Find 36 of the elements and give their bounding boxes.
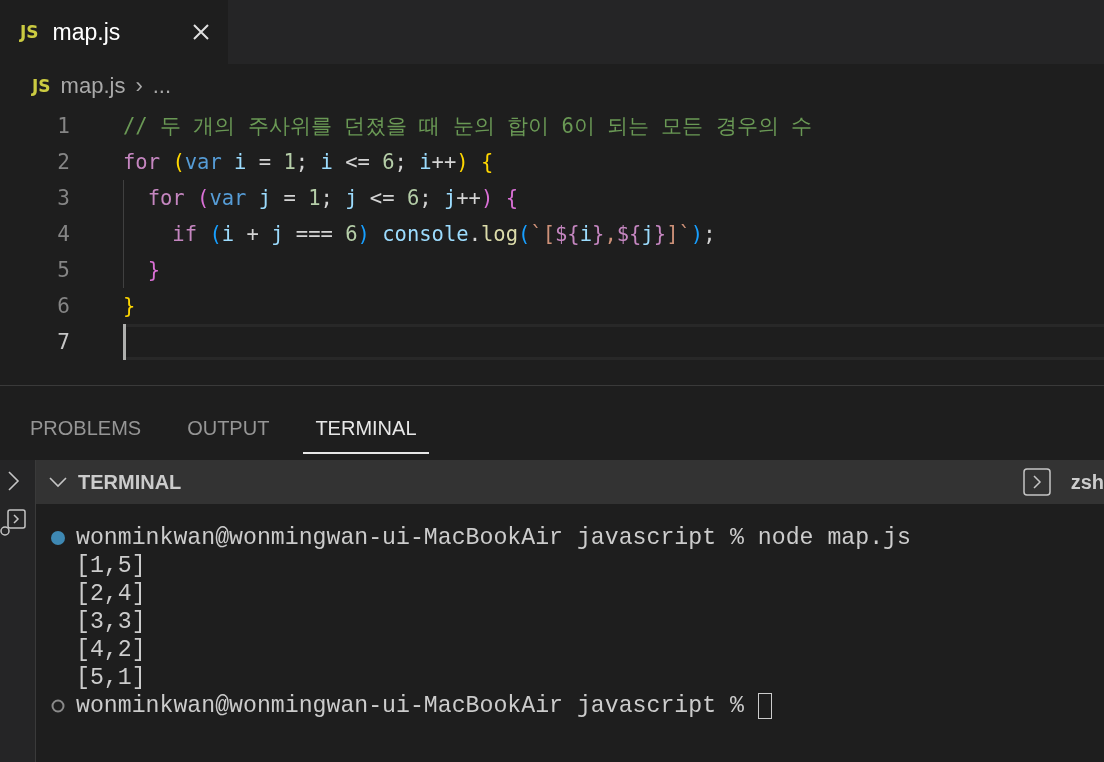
line-number: 2 bbox=[56, 150, 70, 174]
close-icon[interactable] bbox=[192, 23, 210, 41]
line-number: 3 bbox=[56, 186, 70, 210]
breadcrumb-item[interactable]: ... bbox=[152, 73, 172, 99]
panel-title: TERMINAL bbox=[78, 470, 183, 494]
js-file-icon: JS bbox=[20, 22, 39, 42]
line-number: 6 bbox=[56, 294, 70, 318]
panel-tab[interactable]: PROBLEMS bbox=[18, 417, 154, 454]
breadcrumb-separator: › bbox=[135, 73, 143, 99]
terminal-line: [3,3] bbox=[76, 609, 146, 635]
terminal-line: [4,2] bbox=[76, 637, 146, 663]
panel-tab[interactable]: OUTPUT bbox=[175, 417, 282, 454]
terminal-line: [1,5] bbox=[76, 553, 146, 579]
text-cursor bbox=[123, 324, 126, 360]
panel-tab[interactable]: TERMINAL bbox=[303, 417, 429, 454]
line-number: 5 bbox=[56, 258, 70, 282]
js-file-icon: JS bbox=[32, 76, 51, 96]
editor-tab[interactable]: JS map.js bbox=[0, 0, 228, 64]
code-line: for (var i = 1; i <= 6; i++) { bbox=[123, 150, 494, 174]
breadcrumb-item[interactable]: map.js bbox=[60, 73, 126, 99]
terminal-line: [2,4] bbox=[76, 581, 146, 607]
terminal-line: wonminkwan@wonmingwan-ui-MacBookAir javascript % bbox=[76, 693, 744, 719]
shell-name[interactable]: zsh bbox=[1070, 470, 1104, 494]
line-number: 4 bbox=[56, 222, 70, 246]
terminal-icon[interactable] bbox=[1022, 468, 1051, 496]
line-number: 1 bbox=[56, 114, 70, 138]
code-line: if (i + j === 6) console.log(`[${i},${j}]`); bbox=[171, 222, 716, 246]
terminal-line: [5,1] bbox=[76, 665, 146, 691]
code-line: } bbox=[123, 294, 136, 318]
code-line: for (var j = 1; j <= 6; j++) { bbox=[146, 186, 518, 210]
line-number: 7 bbox=[56, 330, 70, 354]
chevron-down-icon[interactable] bbox=[48, 476, 68, 488]
code-line: // 두 개의 주사위를 던졌을 때 눈의 합이 6이 되는 모든 경우의 수 bbox=[123, 113, 813, 140]
terminal-line: wonminkwan@wonmingwan-ui-MacBookAir javascript % node map.js bbox=[76, 525, 911, 551]
code-line: } bbox=[146, 258, 161, 282]
chevron-right-icon[interactable] bbox=[7, 470, 21, 492]
